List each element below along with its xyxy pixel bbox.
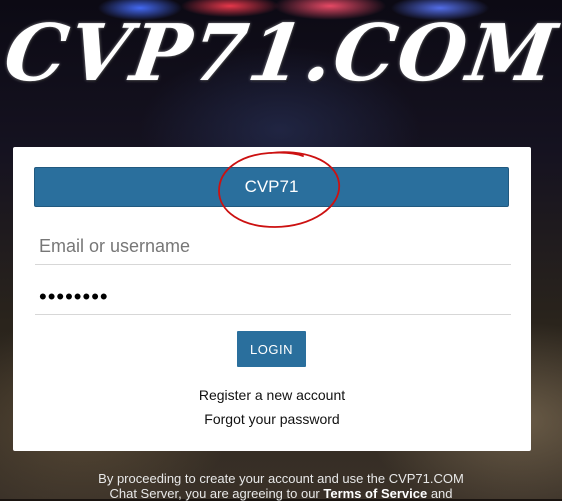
login-panel: CVP71 LOGIN Register a new account Forgo… — [13, 147, 531, 451]
terms-notice: By proceeding to create your account and… — [0, 471, 562, 501]
password-field[interactable] — [35, 279, 511, 315]
email-username-field[interactable] — [35, 229, 511, 265]
server-select-button[interactable]: CVP71 — [34, 167, 509, 207]
login-button[interactable]: LOGIN — [237, 331, 306, 367]
site-logo: CVP71.COM — [0, 8, 562, 99]
terms-line-1: By proceeding to create your account and… — [98, 471, 464, 486]
forgot-password-link[interactable]: Forgot your password — [13, 411, 531, 427]
register-link[interactable]: Register a new account — [13, 387, 531, 403]
